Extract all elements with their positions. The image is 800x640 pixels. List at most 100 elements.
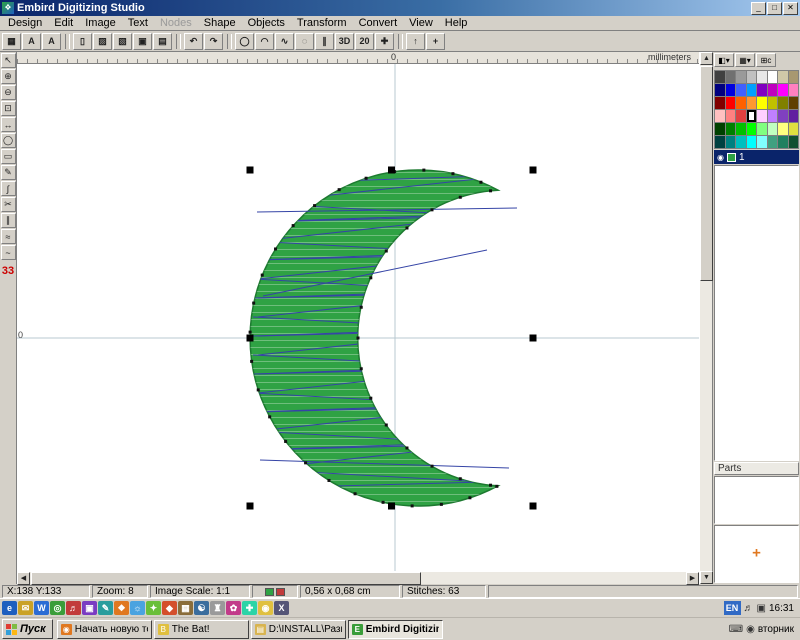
thread-list-selected-row[interactable]: ◉ 1 bbox=[714, 150, 799, 164]
vertical-scrollbar[interactable]: ▲ ▼ bbox=[699, 52, 712, 584]
scroll-left-arrow[interactable]: ◀ bbox=[17, 572, 30, 585]
palette-swatch[interactable] bbox=[757, 110, 767, 122]
palette-swatch[interactable] bbox=[778, 97, 788, 109]
stitch-density-icon[interactable]: 20 bbox=[355, 33, 374, 50]
menu-objects[interactable]: Objects bbox=[242, 17, 291, 29]
quick-launch-icon-9[interactable]: ☼ bbox=[130, 601, 145, 615]
quick-launch-icon-5[interactable]: ♬ bbox=[66, 601, 81, 615]
palette-swatch[interactable] bbox=[757, 136, 767, 148]
quick-launch-icon-18[interactable]: X bbox=[274, 601, 289, 615]
menu-image[interactable]: Image bbox=[79, 17, 122, 29]
palette-swatch[interactable] bbox=[715, 123, 725, 135]
quick-launch-icon-7[interactable]: ✎ bbox=[98, 601, 113, 615]
palette-swatch[interactable] bbox=[726, 97, 736, 109]
zoom-in-tool-icon[interactable]: ⊕ bbox=[1, 69, 16, 84]
menu-nodes[interactable]: Nodes bbox=[154, 17, 198, 29]
arc-tool-icon[interactable]: ◠ bbox=[255, 33, 274, 50]
horizontal-scroll-thumb[interactable] bbox=[31, 572, 421, 585]
quick-launch-icon-15[interactable]: ✿ bbox=[226, 601, 241, 615]
bezier-tool-icon[interactable]: ∫ bbox=[1, 181, 16, 196]
palette-swatch[interactable] bbox=[736, 71, 746, 83]
menu-help[interactable]: Help bbox=[439, 17, 474, 29]
start-button[interactable]: Пуск bbox=[2, 619, 53, 639]
menu-shape[interactable]: Shape bbox=[198, 17, 242, 29]
monogram-tool-icon[interactable]: A bbox=[42, 33, 61, 50]
palette-swatch[interactable] bbox=[747, 71, 757, 83]
text-tool-icon[interactable]: A bbox=[22, 33, 41, 50]
print-icon[interactable]: ▤ bbox=[153, 33, 172, 50]
gradient-dropdown-button[interactable]: ◧▾ bbox=[714, 53, 734, 67]
palette-swatch[interactable] bbox=[757, 123, 767, 135]
satin-stitch-tool-icon[interactable]: ≈ bbox=[1, 229, 16, 244]
palette-swatch[interactable] bbox=[789, 123, 799, 135]
connector-tool-icon[interactable]: ~ bbox=[1, 245, 16, 260]
quick-launch-icon-2[interactable]: ✉ bbox=[18, 601, 33, 615]
knife-tool-icon[interactable]: ✂ bbox=[1, 197, 16, 212]
quick-launch-icon-1[interactable]: e bbox=[2, 601, 17, 615]
palette-swatch[interactable] bbox=[736, 136, 746, 148]
quick-launch-icon-17[interactable]: ◉ bbox=[258, 601, 273, 615]
redo-icon[interactable]: ↷ bbox=[204, 33, 223, 50]
rectangle-shape-tool-icon[interactable]: ▭ bbox=[1, 149, 16, 164]
outline-tool-icon[interactable]: ◌ bbox=[295, 33, 314, 50]
ellipse-tool-icon[interactable]: ◯ bbox=[235, 33, 254, 50]
palette-swatch[interactable] bbox=[768, 110, 778, 122]
visibility-icon[interactable]: ◉ bbox=[717, 153, 724, 162]
quick-launch-icon-12[interactable]: ▦ bbox=[178, 601, 193, 615]
palette-dropdown-button[interactable]: ▦▾ bbox=[735, 53, 755, 67]
selection-handle[interactable] bbox=[530, 167, 537, 174]
zoom-window-tool-icon[interactable]: ⊡ bbox=[1, 101, 16, 116]
quick-launch-icon-4[interactable]: ◎ bbox=[50, 601, 65, 615]
tray-icon[interactable]: ▣ bbox=[757, 603, 766, 614]
pan-tool-icon[interactable]: ↔ bbox=[1, 117, 16, 132]
wave-tool-icon[interactable]: ∿ bbox=[275, 33, 294, 50]
palette-swatch[interactable] bbox=[757, 84, 767, 96]
menu-convert[interactable]: Convert bbox=[353, 17, 404, 29]
palette-swatch[interactable] bbox=[778, 71, 788, 83]
column-stitch-tool-icon[interactable]: ∥ bbox=[1, 213, 16, 228]
palette-swatch[interactable] bbox=[789, 136, 799, 148]
quick-launch-icon-13[interactable]: ☯ bbox=[194, 601, 209, 615]
palette-swatch[interactable] bbox=[726, 71, 736, 83]
tools-icon[interactable]: ✚ bbox=[375, 33, 394, 50]
palette-swatch[interactable] bbox=[747, 97, 757, 109]
freehand-tool-icon[interactable]: ✎ bbox=[1, 165, 16, 180]
quick-launch-icon-3[interactable]: W bbox=[34, 601, 49, 615]
design-canvas[interactable]: 0 bbox=[17, 64, 699, 571]
selection-handle[interactable] bbox=[247, 167, 254, 174]
palette-swatch[interactable] bbox=[736, 110, 746, 122]
palette-swatch[interactable] bbox=[778, 123, 788, 135]
selection-handle[interactable] bbox=[247, 503, 254, 510]
close-button[interactable]: ✕ bbox=[783, 2, 798, 15]
tray-icon[interactable]: ⌨ bbox=[729, 624, 743, 635]
palette-swatch[interactable] bbox=[768, 136, 778, 148]
horizontal-scrollbar[interactable]: ◀ ▶ bbox=[17, 571, 699, 584]
task-button[interactable]: ◉Начать новую тему :: В... bbox=[57, 620, 152, 639]
quick-launch-icon-16[interactable]: ✚ bbox=[242, 601, 257, 615]
move-up-icon[interactable]: ↑ bbox=[406, 33, 425, 50]
save-design-icon[interactable]: ▣ bbox=[133, 33, 152, 50]
palette-swatch[interactable] bbox=[736, 97, 746, 109]
language-indicator[interactable]: EN bbox=[724, 601, 741, 615]
ellipse-shape-tool-icon[interactable]: ◯ bbox=[1, 133, 16, 148]
palette-swatch[interactable] bbox=[747, 136, 757, 148]
palette-swatch[interactable] bbox=[768, 97, 778, 109]
palette-swatch[interactable] bbox=[768, 71, 778, 83]
palette-swatch[interactable] bbox=[768, 84, 778, 96]
palette-swatch[interactable] bbox=[726, 123, 736, 135]
selection-handle[interactable] bbox=[388, 503, 395, 510]
palette-swatch[interactable] bbox=[715, 71, 725, 83]
center-design-icon[interactable]: + bbox=[426, 33, 445, 50]
quick-launch-icon-10[interactable]: ✦ bbox=[146, 601, 161, 615]
palette-swatch[interactable] bbox=[726, 84, 736, 96]
palette-swatch[interactable] bbox=[757, 97, 767, 109]
task-button[interactable]: BThe Bat! bbox=[154, 620, 249, 639]
design-svg[interactable] bbox=[17, 64, 699, 571]
scroll-right-arrow[interactable]: ▶ bbox=[686, 572, 699, 585]
palette-swatch[interactable] bbox=[747, 110, 757, 122]
clock-time[interactable]: 16:31 bbox=[769, 603, 794, 614]
palette-swatch[interactable] bbox=[715, 110, 725, 122]
palette-swatch[interactable] bbox=[768, 123, 778, 135]
menu-text[interactable]: Text bbox=[122, 17, 154, 29]
palette-swatch[interactable] bbox=[789, 84, 799, 96]
